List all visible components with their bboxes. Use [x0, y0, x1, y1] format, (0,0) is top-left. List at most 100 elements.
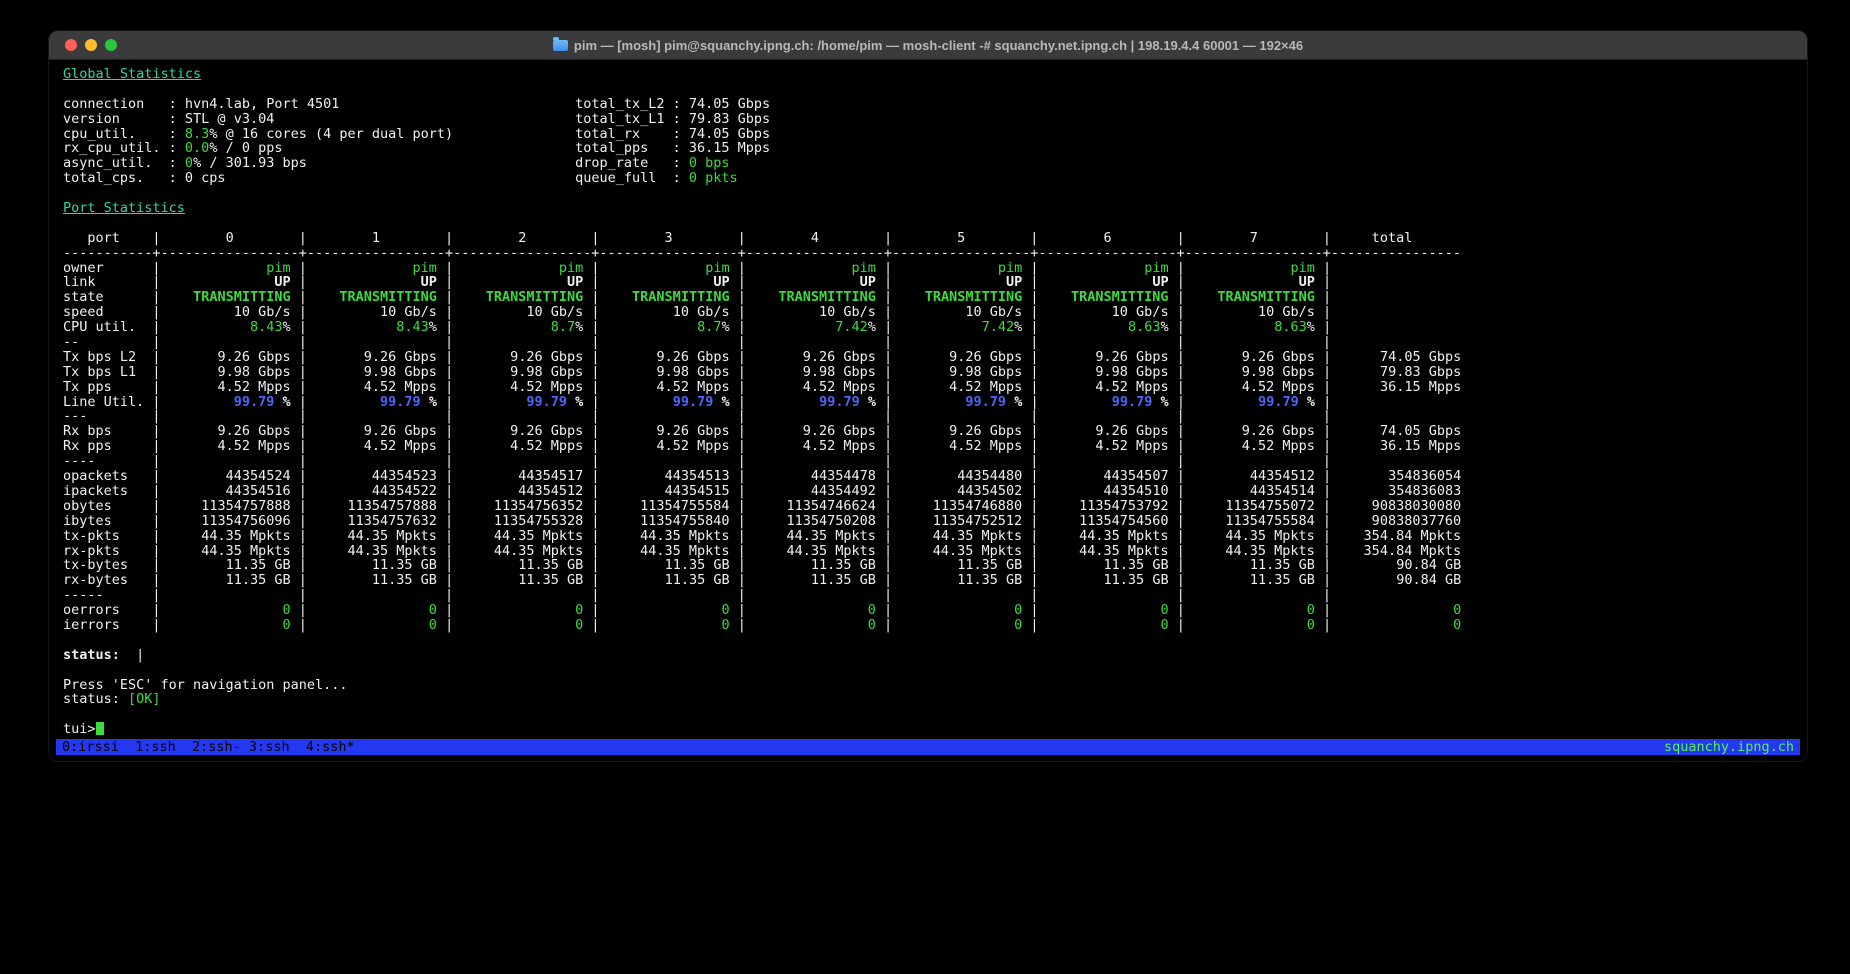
cell-value: 11354756096 [201, 513, 290, 529]
global-stats-line: version : STL @ v3.04 total_tx_L1 : 79.8… [63, 112, 1807, 127]
text-segment: | [1169, 602, 1185, 618]
text-segment [746, 498, 787, 514]
text-segment: | [730, 498, 746, 514]
table-row: owner | pim | pim | pim | pim | pim | pi… [63, 261, 1807, 276]
text-segment: | [876, 513, 892, 529]
text-segment: | [876, 423, 892, 439]
text-segment [1185, 557, 1250, 573]
text-segment [600, 394, 673, 410]
text-segment: | [583, 543, 599, 559]
text-segment: | [437, 438, 453, 454]
cell-value: pim [705, 260, 729, 276]
text-segment: | [1315, 528, 1331, 544]
text-segment [1185, 364, 1242, 380]
text-segment: | [1315, 602, 1331, 618]
text-segment [1185, 408, 1323, 424]
text-segment [161, 513, 202, 529]
text-segment: | [437, 379, 453, 395]
text-segment: | [291, 349, 307, 365]
row-label: ibytes [63, 513, 152, 529]
total-value [1331, 289, 1461, 305]
cell-value: 0 [721, 617, 729, 633]
row-label: oerrors [63, 602, 152, 618]
text-segment [746, 379, 803, 395]
text-segment: | [437, 304, 453, 320]
text-segment [746, 543, 787, 559]
cell-value: 0 [1307, 602, 1315, 618]
cell-suffix: % [721, 319, 729, 335]
text-segment [161, 334, 299, 350]
cell-value: 44.35 Mpkts [933, 528, 1022, 544]
row-label: Rx pps [63, 438, 152, 454]
text-segment: | [291, 543, 307, 559]
text-segment [453, 289, 486, 305]
text-segment: | [1315, 468, 1331, 484]
table-row: Tx bps L2 | 9.26 Gbps | 9.26 Gbps | 9.26… [63, 350, 1807, 365]
text-segment [307, 319, 396, 335]
row-label: Tx bps L2 [63, 349, 152, 365]
text-segment: | [1177, 334, 1185, 350]
text-segment: | [583, 498, 599, 514]
text-segment [307, 572, 372, 588]
text-segment [161, 557, 226, 573]
column-header: 0 [161, 230, 299, 246]
text-segment [599, 543, 640, 559]
text-segment [746, 364, 803, 380]
text-segment: | [1022, 260, 1038, 276]
cell-value: 0 [721, 602, 729, 618]
tmux-window-list[interactable]: 0:irssi 1:ssh 2:ssh- 3:ssh 4:ssh* [62, 739, 355, 755]
text-segment [161, 274, 275, 290]
text-segment: | [583, 513, 599, 529]
port-statistics-heading: Port Statistics [63, 200, 185, 216]
stat-label: queue_full : [575, 170, 689, 186]
cell-value: 11354755072 [1225, 498, 1314, 514]
text-segment: | [1169, 617, 1185, 633]
cell-value: 99.79 [1258, 394, 1307, 410]
status-spinner: | [136, 647, 144, 663]
text-segment [453, 587, 591, 603]
cell-value: 9.98 Gbps [1095, 364, 1168, 380]
text-segment: | [876, 483, 892, 499]
cell-value: 4.52 Mpps [510, 438, 583, 454]
text-segment: | [291, 528, 307, 544]
cell-value: 0 [282, 617, 290, 633]
minimize-button[interactable] [85, 39, 97, 51]
cell-value: UP [421, 274, 437, 290]
text-segment: | [1169, 379, 1185, 395]
text-segment [892, 453, 1030, 469]
cell-value: 99.79 [234, 394, 283, 410]
text-segment: | [291, 557, 307, 573]
text-segment: | [1315, 423, 1331, 439]
table-row: Line Util. | 99.79 % | 99.79 % | 99.79 %… [63, 395, 1807, 410]
text-segment: | [1323, 587, 1331, 603]
text-segment: | [152, 394, 160, 410]
text-segment: | [291, 468, 307, 484]
text-segment: | [437, 498, 453, 514]
table-row: CPU util. | 8.43% | 8.43% | 8.7% | 8.7% … [63, 320, 1807, 335]
cell-value: 0 [1160, 602, 1168, 618]
table-header-row: port | 0 | 1 | 2 | 3 | 4 | 5 | 6 | 7 | t… [63, 231, 1807, 246]
cell-value: 11354755584 [640, 498, 729, 514]
text-segment [1185, 304, 1258, 320]
text-segment [161, 260, 267, 276]
text-segment [161, 349, 218, 365]
zoom-button[interactable] [105, 39, 117, 51]
text-segment [453, 394, 526, 410]
text-segment [453, 274, 567, 290]
window-titlebar[interactable]: pim — [mosh] pim@squanchy.ipng.ch: /home… [49, 31, 1807, 60]
text-segment: | [1169, 423, 1185, 439]
text-segment: | [730, 617, 746, 633]
table-rule: -----------+-----------------+----------… [63, 245, 1461, 261]
close-button[interactable] [65, 39, 77, 51]
table-row: Rx bps | 9.26 Gbps | 9.26 Gbps | 9.26 Gb… [63, 424, 1807, 439]
cell-value: 11.35 GB [1250, 557, 1315, 573]
text-segment: | [152, 617, 160, 633]
text-segment [161, 498, 202, 514]
terminal-content[interactable]: Global Statisticsconnection : hvn4.lab, … [49, 60, 1807, 737]
text-segment: | [152, 423, 160, 439]
cell-value: pim [998, 260, 1022, 276]
text-segment: | [437, 617, 453, 633]
global-stats-line: async_util. : 0% / 301.93 bps drop_rate … [63, 156, 1807, 171]
cell-value: 9.26 Gbps [656, 423, 729, 439]
cell-value: 11354755840 [640, 513, 729, 529]
